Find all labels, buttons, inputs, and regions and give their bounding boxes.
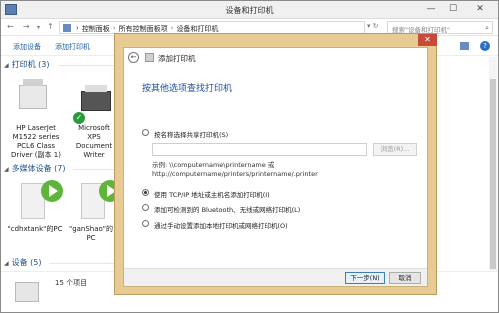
section-divider: [73, 169, 115, 170]
dialog-heading: 按其他选项查找打印机: [142, 84, 233, 94]
example-line: http://computername/printers/printername…: [152, 170, 318, 178]
section-divider: [59, 65, 115, 66]
printer-icon: [145, 53, 154, 62]
dialog-header: ← 添加打印机: [124, 48, 427, 67]
collapse-chevron-icon: ◢: [4, 260, 9, 267]
section-devices-label: 设备 (5): [11, 258, 42, 267]
section-divider: [49, 263, 115, 264]
cancel-button[interactable]: 取消: [389, 272, 421, 284]
minimize-button[interactable]: —: [421, 2, 441, 16]
radio-tcpip[interactable]: [142, 189, 149, 196]
option-label: 通过手动设置添加本地打印机或网络打印机(O): [154, 222, 288, 230]
add-printer-button[interactable]: 添加打印机: [55, 42, 90, 52]
radio-shared-printer[interactable]: [142, 129, 149, 136]
help-icon[interactable]: ?: [480, 41, 490, 51]
breadcrumb-item-control-panel[interactable]: 控制面板: [82, 24, 110, 34]
collapse-chevron-icon: ◢: [4, 62, 9, 69]
add-device-button[interactable]: 添加设备: [13, 42, 41, 52]
option-label: 按名称选择共享打印机(S): [154, 131, 229, 139]
option-label: 添加可检测到的 Bluetooth、无线或网络打印机(L): [154, 206, 301, 214]
media-device-label: "cdhxtank"的PC: [7, 225, 63, 233]
breadcrumb-sep: ›: [76, 24, 79, 32]
radio-manual-local[interactable]: [142, 220, 149, 227]
recent-locations-chevron-icon[interactable]: ▾: [37, 24, 40, 31]
printer-icon: [15, 282, 39, 302]
dialog-title: 添加打印机: [158, 54, 196, 63]
maximize-button[interactable]: ☐: [443, 2, 463, 16]
section-media[interactable]: ◢ 多媒体设备 (7): [4, 163, 66, 174]
default-printer-check-icon: ✓: [73, 112, 85, 124]
add-printer-dialog: ✕ ← 添加打印机 按其他选项查找打印机 按名称选择共享打印机(S) 浏览(R)…: [114, 33, 437, 295]
printer-label: HP LaserJet M1522 series PCL6 Class Driv…: [11, 124, 61, 159]
section-printers-label: 打印机 (3): [11, 60, 50, 69]
dialog-content: ← 添加打印机 按其他选项查找打印机 按名称选择共享打印机(S) 浏览(R)..…: [123, 47, 428, 287]
example-text: 示例: \\computername\printername 或 http://…: [152, 161, 318, 179]
media-device-label: "ganShao"的PC: [68, 225, 114, 242]
printer-tray-icon: [23, 79, 43, 86]
vertical-scrollbar[interactable]: [489, 57, 497, 271]
collapse-chevron-icon: ◢: [4, 166, 9, 173]
section-printers[interactable]: ◢ 打印机 (3): [4, 59, 50, 70]
option-label: 使用 TCP/IP 地址或主机名添加打印机(I): [154, 191, 270, 199]
printer-label: Microsoft XPS Document Writer: [75, 124, 113, 159]
up-arrow-icon[interactable]: ↑: [47, 22, 54, 31]
dialog-close-button[interactable]: ✕: [418, 34, 437, 46]
item-count: 15 个项目: [55, 279, 88, 287]
dialog-footer: 下一步(N) 取消: [124, 268, 427, 286]
close-button[interactable]: ✕: [465, 2, 495, 16]
radio-bluetooth-wireless[interactable]: [142, 204, 149, 211]
play-icon: [41, 180, 63, 202]
browse-button[interactable]: 浏览(R)...: [373, 143, 417, 156]
printer-tray-icon: [85, 85, 107, 92]
section-media-label: 多媒体设备 (7): [11, 164, 66, 173]
example-line: 示例: \\computername\printername 或: [152, 161, 275, 169]
control-panel-icon: [63, 24, 71, 32]
next-button[interactable]: 下一步(N): [345, 272, 385, 284]
forward-arrow-icon[interactable]: →: [23, 22, 30, 31]
printer-icon: [19, 85, 47, 109]
search-icon[interactable]: ⌕: [485, 24, 489, 33]
back-arrow-icon[interactable]: ←: [7, 22, 14, 31]
printer-icon: [81, 91, 111, 111]
view-options-icon[interactable]: [460, 42, 469, 50]
back-arrow-icon[interactable]: ←: [128, 52, 139, 63]
refresh-icon[interactable]: ▾ ↻: [367, 22, 379, 30]
shared-printer-name-input[interactable]: [152, 143, 367, 156]
title-bar: 设备和打印机 — ☐ ✕: [1, 1, 498, 19]
section-devices[interactable]: ◢ 设备 (5): [4, 257, 42, 268]
scrollbar-thumb[interactable]: [490, 79, 496, 269]
